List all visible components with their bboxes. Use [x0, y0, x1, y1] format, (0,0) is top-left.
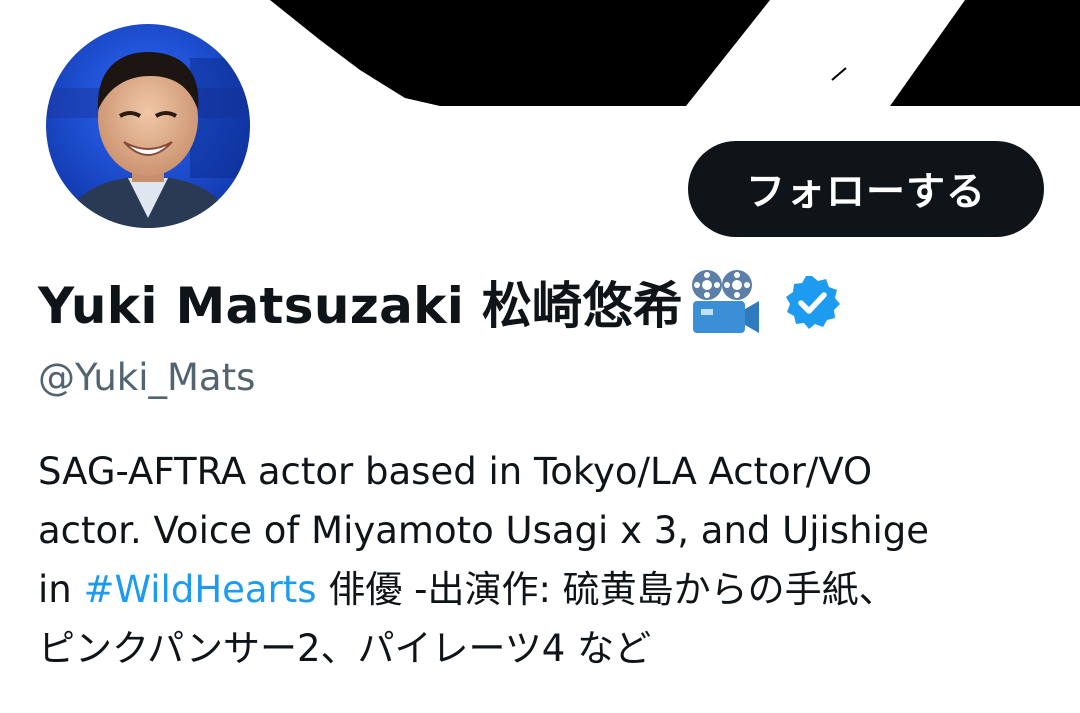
profile-avatar[interactable]	[40, 18, 256, 234]
display-name: Yuki Matsuzaki 松崎悠希	[38, 277, 684, 335]
bio-line: ピンクパンサー2、パイレーツ4 など	[38, 627, 652, 670]
hashtag-link[interactable]: #WildHearts	[84, 568, 317, 611]
profile-bio: SAG-AFTRA actor based in Tokyo/LA Actor/…	[38, 442, 1058, 678]
profile-name-row: Yuki Matsuzaki 松崎悠希	[38, 262, 841, 342]
bio-line: in #WildHearts 俳優 -出演作: 硫黄島からの手紙、	[38, 560, 1058, 619]
avatar-photo	[44, 22, 252, 230]
bio-text: in	[38, 568, 84, 611]
profile-page: フォローする Yuki Matsuzaki 松崎悠希 @Yuki_Mats SA…	[0, 0, 1080, 713]
bio-text: 俳優 -出演作: 硫黄島からの手紙、	[316, 568, 896, 611]
follow-button[interactable]: フォローする	[688, 141, 1044, 237]
bio-line: SAG-AFTRA actor based in Tokyo/LA Actor/…	[38, 450, 873, 493]
bio-line: actor. Voice of Miyamoto Usagi x 3, and …	[38, 509, 930, 552]
profile-handle: @Yuki_Mats	[38, 356, 256, 399]
verified-badge-icon[interactable]	[783, 273, 841, 331]
movie-camera-icon	[687, 265, 761, 339]
